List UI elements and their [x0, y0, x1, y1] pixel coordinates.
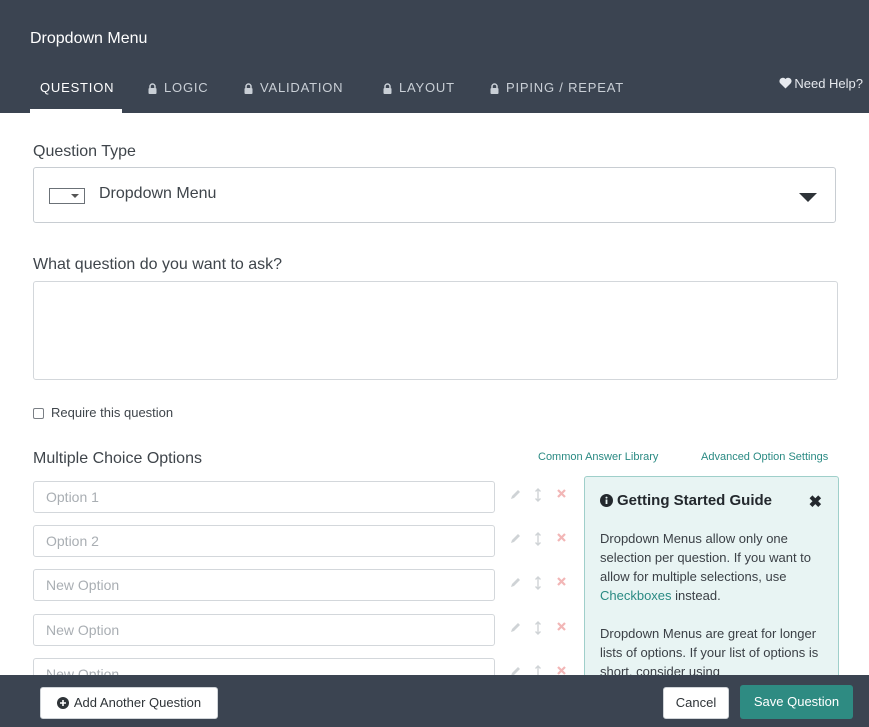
option-input[interactable]: Option 1 [33, 481, 495, 513]
save-question-button[interactable]: Save Question [740, 685, 853, 719]
option-placeholder: New Option [46, 577, 120, 593]
delete-icon[interactable] [556, 488, 567, 499]
tab-layout[interactable]: LAYOUT [383, 80, 455, 95]
tab-logic[interactable]: LOGIC [148, 80, 208, 95]
reorder-icon[interactable] [534, 488, 542, 502]
option-placeholder: New Option [46, 622, 120, 638]
option-actions [510, 532, 570, 552]
active-tab-indicator [30, 109, 122, 113]
delete-icon[interactable] [556, 621, 567, 632]
guide-para1-end: instead. [671, 588, 721, 603]
reorder-icon[interactable] [534, 532, 542, 546]
question-type-value: Dropdown Menu [99, 185, 217, 202]
guide-title: Getting Started Guide [600, 492, 772, 509]
getting-started-guide: Getting Started Guide ✖ Dropdown Menus a… [584, 476, 839, 696]
need-help-link[interactable]: Need Help? [779, 76, 863, 91]
pencil-icon[interactable] [510, 488, 522, 500]
chevron-down-icon[interactable] [799, 193, 817, 202]
option-actions [510, 488, 570, 508]
tab-logic-label: LOGIC [164, 80, 209, 95]
editor-footer: Add Another Question Cancel Save Questio… [0, 675, 869, 727]
lock-icon [383, 83, 392, 95]
require-question-toggle[interactable]: Require this question [33, 405, 173, 420]
tab-question-label: QUESTION [40, 80, 115, 95]
tab-layout-label: LAYOUT [399, 80, 455, 95]
option-placeholder: Option 1 [46, 489, 99, 505]
option-placeholder: Option 2 [46, 533, 99, 549]
heart-icon [779, 77, 792, 89]
tab-validation[interactable]: VALIDATION [244, 80, 343, 95]
require-checkbox[interactable] [33, 408, 44, 419]
common-answer-library-link[interactable]: Common Answer Library [538, 451, 658, 463]
info-icon [600, 494, 613, 507]
delete-icon[interactable] [556, 576, 567, 587]
need-help-label: Need Help? [794, 76, 863, 91]
tab-question[interactable]: QUESTION [40, 80, 114, 95]
option-input[interactable]: New Option [33, 569, 495, 601]
guide-para1-text: Dropdown Menus allow only one selection … [600, 531, 812, 584]
lock-icon [148, 83, 157, 95]
advanced-option-settings-link[interactable]: Advanced Option Settings [701, 451, 828, 463]
tab-piping-repeat[interactable]: PIPING / REPEAT [490, 80, 624, 95]
cancel-button[interactable]: Cancel [663, 687, 729, 719]
question-text-input[interactable] [33, 281, 838, 380]
tab-piping-repeat-label: PIPING / REPEAT [506, 80, 624, 95]
option-input[interactable]: New Option [33, 614, 495, 646]
pencil-icon[interactable] [510, 532, 522, 544]
guide-title-text: Getting Started Guide [617, 492, 773, 509]
add-another-question-label: Add Another Question [73, 695, 202, 710]
lock-icon [490, 83, 499, 95]
add-another-question-button[interactable]: Add Another Question [40, 687, 218, 719]
reorder-icon[interactable] [534, 576, 542, 590]
checkboxes-link[interactable]: Checkboxes [600, 588, 672, 603]
plus-circle-icon [56, 697, 69, 709]
options-label: Multiple Choice Options [33, 450, 202, 467]
reorder-icon[interactable] [534, 621, 542, 635]
require-label: Require this question [51, 405, 174, 420]
pencil-icon[interactable] [510, 576, 522, 588]
dropdown-type-icon [49, 188, 85, 204]
option-input[interactable]: Option 2 [33, 525, 495, 557]
option-actions [510, 576, 570, 596]
close-icon[interactable]: ✖ [809, 492, 822, 512]
delete-icon[interactable] [556, 532, 567, 543]
tab-validation-label: VALIDATION [260, 80, 344, 95]
question-type-select[interactable]: Dropdown Menu [33, 167, 836, 223]
question-text-label: What question do you want to ask? [33, 256, 283, 273]
tab-bar: QUESTION LOGIC VALIDATION LAYOUT PIPING … [0, 70, 869, 113]
pencil-icon[interactable] [510, 621, 522, 633]
question-type-label: Question Type [33, 143, 136, 160]
lock-icon [244, 83, 253, 95]
page-title: Dropdown Menu [30, 30, 148, 47]
editor-header: Dropdown Menu QUESTION LOGIC VALIDATION … [0, 0, 869, 113]
guide-paragraph-2: Dropdown Menus are great for longer list… [600, 626, 819, 679]
option-actions [510, 621, 570, 641]
guide-paragraph-1: Dropdown Menus allow only one selection … [600, 529, 830, 605]
